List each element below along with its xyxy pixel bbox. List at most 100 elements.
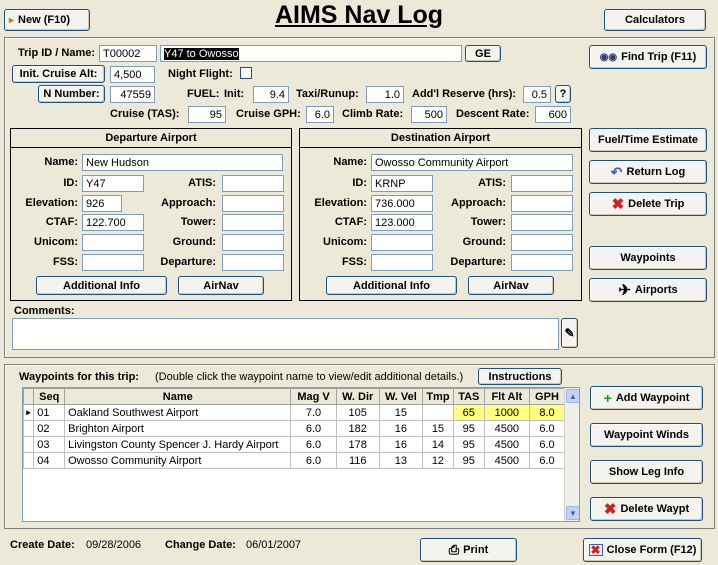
cell-magv[interactable]: 6.0 — [290, 420, 337, 437]
dep-approach-field[interactable] — [222, 195, 284, 212]
dep-atis-field[interactable] — [222, 175, 284, 192]
dest-elevation-field[interactable]: 736.000 — [371, 195, 433, 212]
cell-tas[interactable]: 95 — [452, 436, 485, 453]
waypoints-button[interactable]: Waypoints — [589, 246, 707, 270]
waypoint-winds-button[interactable]: Waypoint Winds — [590, 423, 703, 447]
row-selector[interactable] — [23, 436, 35, 453]
delete-waypt-button[interactable]: ✖ Delete Waypt — [590, 497, 703, 521]
table-row[interactable]: 02 Brighton Airport 6.0 182 16 15 95 450… — [23, 420, 566, 437]
cell-tmp[interactable]: 14 — [422, 436, 454, 453]
cell-tmp[interactable]: 12 — [422, 452, 454, 469]
table-row[interactable]: ► 01 Oakland Southwest Airport 7.0 105 1… — [23, 404, 566, 421]
cell-wvel[interactable]: 16 — [378, 420, 424, 437]
dep-departure-field[interactable] — [222, 254, 284, 271]
dest-ctaf-field[interactable]: 123.000 — [371, 214, 433, 231]
cell-gph[interactable]: 6.0 — [528, 436, 566, 453]
calculators-button[interactable]: Calculators — [604, 9, 706, 31]
reserve-help-button[interactable]: ? — [555, 85, 571, 103]
col-name[interactable]: Name — [64, 388, 292, 405]
dest-departure-field[interactable] — [511, 254, 573, 271]
cruise-gph-field[interactable]: 6.0 — [306, 106, 334, 123]
cell-tas[interactable]: 95 — [452, 452, 485, 469]
trip-id-field[interactable]: T00002 — [99, 45, 157, 62]
ge-button[interactable]: GE — [465, 45, 501, 62]
dep-tower-field[interactable] — [222, 214, 284, 231]
find-trip-button[interactable]: ◉◉ Find Trip (F11) — [589, 45, 707, 69]
dest-atis-field[interactable] — [511, 175, 573, 192]
return-log-button[interactable]: ↶ Return Log — [589, 160, 707, 184]
cell-name[interactable]: Oakland Southwest Airport — [64, 404, 292, 421]
col-tas[interactable]: TAS — [452, 388, 485, 405]
row-selector-current[interactable]: ► — [23, 404, 35, 421]
cell-magv[interactable]: 6.0 — [290, 452, 337, 469]
col-gph[interactable]: GPH — [528, 388, 566, 405]
cell-seq[interactable]: 01 — [33, 404, 66, 421]
print-button[interactable]: ⎙ Print — [420, 538, 517, 562]
cell-name[interactable]: Brighton Airport — [64, 420, 292, 437]
taxi-runup-field[interactable]: 1.0 — [366, 86, 404, 103]
col-wdir[interactable]: W. Dir — [335, 388, 380, 405]
new-button[interactable]: ▸ New (F10) — [4, 9, 90, 31]
dest-airnav-button[interactable]: AirNav — [468, 276, 554, 295]
cell-name[interactable]: Owosso Community Airport — [64, 452, 292, 469]
table-row[interactable]: 04 Owosso Community Airport 6.0 116 13 1… — [23, 452, 566, 469]
cell-wdir[interactable]: 182 — [335, 420, 380, 437]
col-wvel[interactable]: W. Vel — [378, 388, 424, 405]
climb-rate-field[interactable]: 500 — [411, 106, 447, 123]
dep-ground-field[interactable] — [222, 234, 284, 251]
cell-flt-alt[interactable]: 4500 — [483, 452, 530, 469]
col-magv[interactable]: Mag V — [290, 388, 337, 405]
cell-tmp[interactable]: 15 — [422, 420, 454, 437]
dest-id-field[interactable]: KRNP — [371, 175, 433, 192]
cell-flt-alt[interactable]: 4500 — [483, 436, 530, 453]
airports-button[interactable]: ✈ Airports — [589, 278, 707, 302]
dest-name-field[interactable]: Owosso Community Airport — [371, 154, 573, 171]
descent-rate-field[interactable]: 600 — [535, 106, 571, 123]
dest-tower-field[interactable] — [511, 214, 573, 231]
reserve-field[interactable]: 0.5 — [523, 86, 551, 103]
cell-magv[interactable]: 7.0 — [290, 404, 337, 421]
init-cruise-alt-button[interactable]: Init. Cruise Alt: — [12, 65, 105, 83]
show-leg-info-button[interactable]: Show Leg Info — [590, 460, 703, 484]
cell-magv[interactable]: 6.0 — [290, 436, 337, 453]
delete-trip-button[interactable]: ✖ Delete Trip — [589, 192, 707, 216]
cell-gph[interactable]: 6.0 — [528, 420, 566, 437]
init-cruise-alt-field[interactable]: 4,500 — [110, 66, 155, 83]
init-fuel-field[interactable]: 9.4 — [253, 86, 289, 103]
table-row[interactable]: 03 Livingston County Spencer J. Hardy Ai… — [23, 436, 566, 453]
scroll-down-icon[interactable]: ▼ — [566, 506, 579, 520]
row-selector[interactable] — [23, 452, 35, 469]
cell-flt-alt[interactable]: 4500 — [483, 420, 530, 437]
dest-unicom-field[interactable] — [371, 234, 433, 251]
dep-airnav-button[interactable]: AirNav — [178, 276, 264, 295]
dep-ctaf-field[interactable]: 122.700 — [82, 214, 144, 231]
cell-seq[interactable]: 04 — [33, 452, 66, 469]
col-seq[interactable]: Seq — [33, 388, 66, 405]
cell-tmp[interactable] — [422, 404, 454, 421]
cell-seq[interactable]: 03 — [33, 436, 66, 453]
n-number-field[interactable]: 47559 — [110, 86, 155, 103]
close-form-button[interactable]: ✖ Close Form (F12) — [583, 538, 702, 562]
cell-seq[interactable]: 02 — [33, 420, 66, 437]
cell-gph[interactable]: 8.0 — [528, 404, 566, 421]
col-flt-alt[interactable]: Flt Alt — [483, 388, 530, 405]
comments-field[interactable] — [12, 318, 559, 350]
col-tmp[interactable]: Tmp — [422, 388, 454, 405]
cell-wdir[interactable]: 105 — [335, 404, 380, 421]
trip-name-field[interactable]: Y47 to Owosso — [160, 45, 462, 62]
n-number-button[interactable]: N Number: — [38, 85, 105, 103]
fuel-time-estimate-button[interactable]: Fuel/Time Estimate — [589, 128, 707, 152]
cell-wvel[interactable]: 16 — [378, 436, 424, 453]
dep-additional-info-button[interactable]: Additional Info — [36, 276, 167, 295]
cell-wvel[interactable]: 13 — [378, 452, 424, 469]
row-selector[interactable] — [23, 420, 35, 437]
edit-comments-button[interactable]: ✎ — [561, 318, 578, 348]
dest-ground-field[interactable] — [511, 234, 573, 251]
dep-name-field[interactable]: New Hudson — [82, 154, 283, 171]
dest-fss-field[interactable] — [371, 254, 433, 271]
cell-tas[interactable]: 65 — [452, 404, 485, 421]
cruise-tas-field[interactable]: 95 — [188, 106, 226, 123]
dest-approach-field[interactable] — [511, 195, 573, 212]
cell-name[interactable]: Livingston County Spencer J. Hardy Airpo… — [64, 436, 292, 453]
cell-tas[interactable]: 95 — [452, 420, 485, 437]
